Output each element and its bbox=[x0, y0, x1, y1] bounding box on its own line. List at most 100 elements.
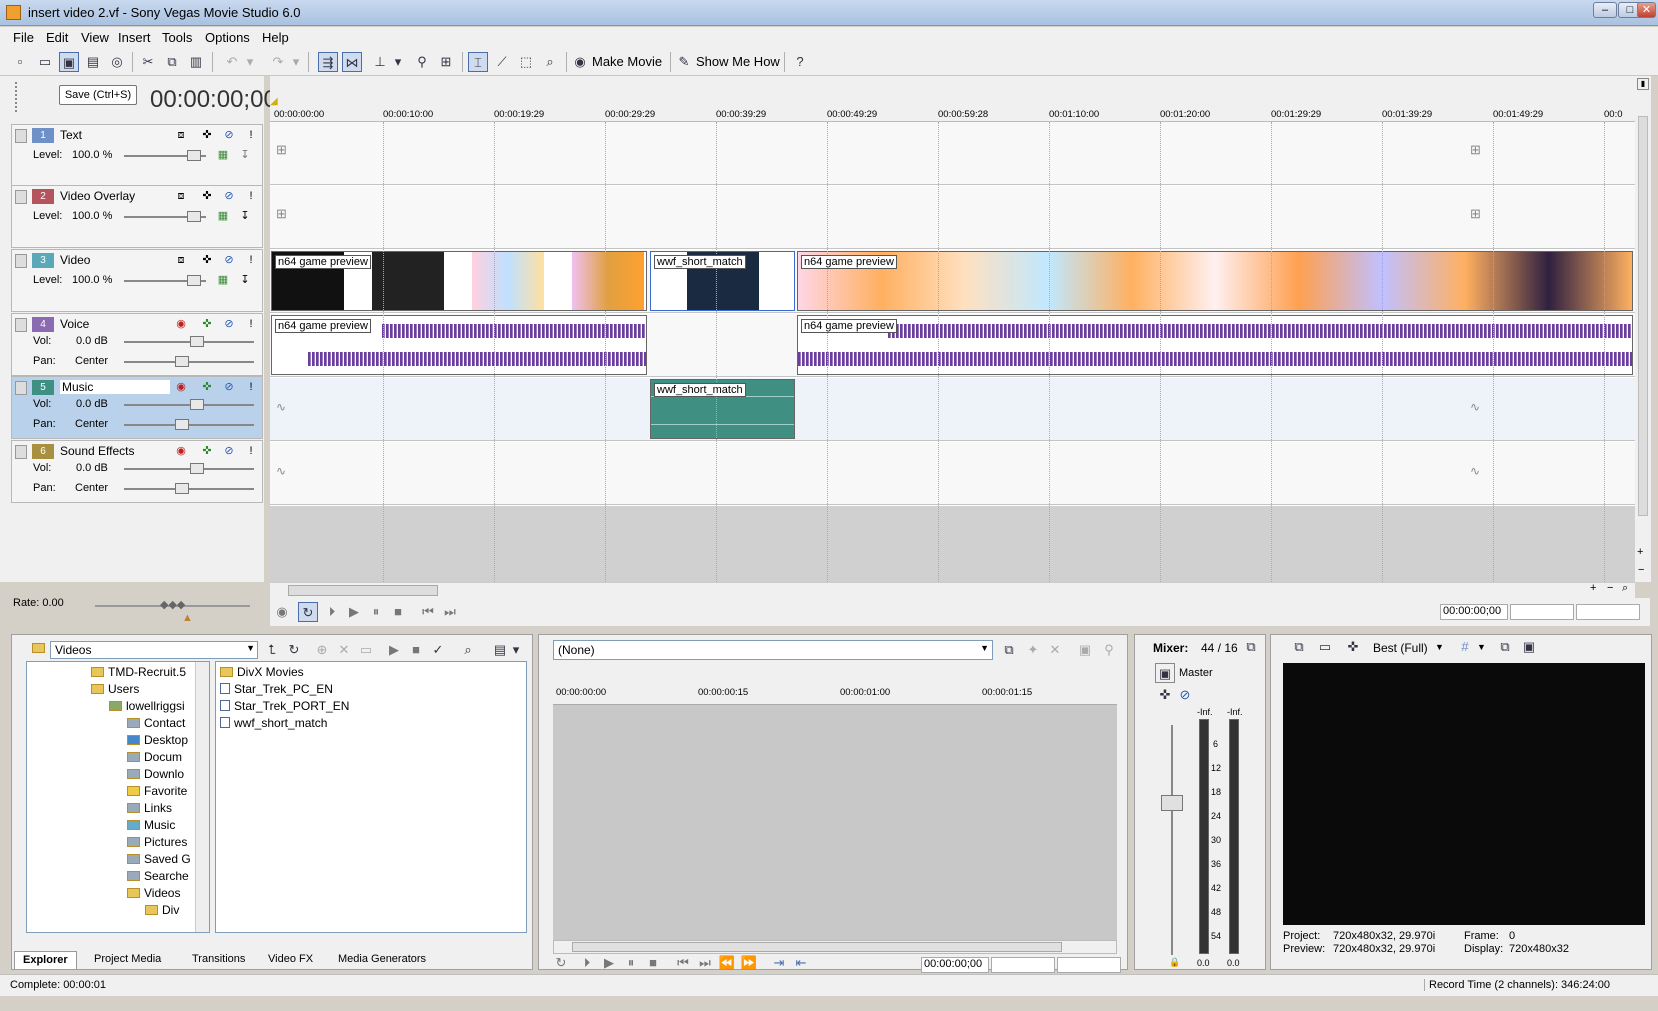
pane-grip[interactable] bbox=[15, 82, 18, 112]
master-mute-icon[interactable]: ⊘ bbox=[1175, 685, 1195, 705]
tab-transitions[interactable]: Transitions bbox=[184, 951, 253, 969]
preview-screen[interactable] bbox=[1283, 663, 1645, 925]
go-to-end-icon[interactable]: ⏭ bbox=[695, 953, 715, 973]
volume-slider-thumb[interactable] bbox=[190, 463, 204, 474]
zoom-tool-icon[interactable]: ⌕ bbox=[1622, 582, 1628, 595]
menu-help[interactable]: Help bbox=[262, 30, 289, 45]
tree-item[interactable]: Saved G bbox=[127, 852, 191, 866]
audio-event-n64-b[interactable]: n64 game preview bbox=[797, 315, 1633, 375]
track-name[interactable]: Music bbox=[60, 380, 170, 394]
volume-slider-thumb[interactable] bbox=[190, 336, 204, 347]
track-fx-icon[interactable]: ✜ bbox=[200, 253, 214, 267]
track-name[interactable]: Video bbox=[60, 253, 90, 267]
ignore-grouping-icon[interactable]: ⊞ bbox=[436, 52, 456, 72]
level-slider-thumb[interactable] bbox=[187, 275, 201, 286]
external-monitor-icon[interactable]: ▭ bbox=[1315, 637, 1335, 657]
menu-view[interactable]: View bbox=[81, 30, 109, 45]
lane-music[interactable]: ∿ ∿ wwf_short_match bbox=[270, 378, 1635, 441]
tree-item[interactable]: Contact bbox=[127, 716, 185, 730]
solo-icon[interactable]: ! bbox=[244, 380, 258, 394]
media-properties-icon[interactable]: ⧉ bbox=[999, 640, 1019, 660]
copy-icon[interactable]: ⧉ bbox=[162, 52, 182, 72]
paste-icon[interactable]: ▥ bbox=[186, 52, 206, 72]
tree-item[interactable]: lowellriggsi bbox=[109, 699, 185, 713]
envelope-tool-icon[interactable]: ⟋ bbox=[492, 52, 512, 72]
preview-stop-icon[interactable]: ■ bbox=[406, 640, 426, 660]
track-fx-icon[interactable]: ✜ bbox=[200, 444, 214, 458]
lock-envelopes-icon[interactable]: ⚲ bbox=[412, 52, 432, 72]
show-me-how-icon[interactable]: ✎ bbox=[674, 52, 694, 72]
save-as-icon[interactable]: ▤ bbox=[83, 52, 103, 72]
auto-preview-icon[interactable]: ✓ bbox=[428, 640, 448, 660]
volume-slider[interactable] bbox=[124, 404, 254, 406]
lane-video[interactable]: n64 game preview wwf_short_match n64 gam… bbox=[270, 250, 1635, 313]
track-minimize-icon[interactable] bbox=[15, 254, 27, 268]
video-event-n64-a[interactable]: n64 game preview bbox=[271, 251, 647, 311]
master-bus-icon[interactable]: ▣ bbox=[1155, 663, 1175, 683]
loop-playback-icon[interactable]: ↻ bbox=[298, 602, 318, 622]
zoom-in-icon[interactable]: + bbox=[1637, 546, 1643, 558]
trimmer-canvas[interactable] bbox=[553, 705, 1117, 940]
menu-options[interactable]: Options bbox=[205, 30, 250, 45]
tree-item[interactable]: Links bbox=[127, 801, 172, 815]
track-minimize-icon[interactable] bbox=[15, 129, 27, 143]
compositing-mode-icon[interactable]: ⧈ bbox=[174, 253, 188, 267]
folder-tree[interactable]: TMD-Recruit.5 Users lowellriggsi Contact… bbox=[26, 661, 210, 933]
tab-video-fx[interactable]: Video FX bbox=[260, 951, 321, 969]
track-minimize-icon[interactable] bbox=[15, 318, 27, 332]
tab-explorer[interactable]: Explorer bbox=[14, 951, 77, 969]
time-ruler[interactable]: 00:00:00:00 00:00:10:00 00:00:19:29 00:0… bbox=[270, 76, 1635, 122]
overlays-icon[interactable]: # bbox=[1455, 637, 1475, 657]
save-snapshot-icon[interactable]: ▣ bbox=[1519, 637, 1539, 657]
solo-icon[interactable]: ! bbox=[244, 317, 258, 331]
stop-icon[interactable]: ■ bbox=[388, 602, 408, 622]
tree-item[interactable]: Searche bbox=[127, 869, 189, 883]
track-header-video-overlay[interactable]: 2 Video Overlay ⧈ ✜ ⊘ ! Level: 100.0 % ▦… bbox=[11, 185, 263, 248]
arm-record-icon[interactable]: ◉ bbox=[174, 444, 188, 458]
tree-item[interactable]: Music bbox=[127, 818, 175, 832]
preview-fx-icon[interactable]: ✜ bbox=[1343, 637, 1363, 657]
normal-edit-tool-icon[interactable]: ⌶ bbox=[468, 52, 488, 72]
video-event-wwf[interactable]: wwf_short_match bbox=[650, 251, 795, 311]
chevron-down-icon[interactable]: ▼ bbox=[1435, 642, 1444, 652]
new-folder-icon[interactable]: ▭ bbox=[356, 640, 376, 660]
pan-slider-thumb[interactable] bbox=[175, 356, 189, 367]
preview-quality-select[interactable]: Best (Full) bbox=[1373, 641, 1428, 655]
loop-icon[interactable]: ↻ bbox=[551, 953, 571, 973]
menu-insert[interactable]: Insert bbox=[118, 30, 151, 45]
play-icon[interactable]: ▶ bbox=[344, 602, 364, 622]
lane-text[interactable]: ⊞ ⊞ bbox=[270, 122, 1635, 185]
go-to-start-icon[interactable]: ⏮ bbox=[673, 953, 693, 973]
copy-snapshot-icon[interactable]: ⧉ bbox=[1495, 637, 1515, 657]
tree-item[interactable]: TMD-Recruit.5 bbox=[91, 665, 186, 679]
timeline-empty-area[interactable] bbox=[270, 506, 1635, 582]
preview-properties-icon[interactable]: ⧉ bbox=[1289, 637, 1309, 657]
lock-icon[interactable]: 🔒 bbox=[1169, 957, 1180, 968]
save-icon[interactable]: ▣ bbox=[59, 52, 79, 72]
tree-scrollbar[interactable] bbox=[195, 662, 209, 932]
media-fx-icon[interactable]: ✦ bbox=[1023, 640, 1043, 660]
play-from-start-icon[interactable]: ⏵ bbox=[577, 953, 597, 973]
pin-icon[interactable]: ⚲ bbox=[1099, 640, 1119, 660]
file-item[interactable]: DivX Movies bbox=[220, 665, 304, 679]
audio-event-wwf[interactable]: wwf_short_match bbox=[650, 379, 795, 439]
selection-start-field[interactable] bbox=[1510, 604, 1574, 620]
video-event-n64-b[interactable]: n64 game preview bbox=[797, 251, 1633, 311]
scroll-thumb[interactable] bbox=[288, 585, 438, 596]
volume-slider[interactable] bbox=[124, 341, 254, 343]
cut-icon[interactable]: ✂ bbox=[138, 52, 158, 72]
fast-forward-icon[interactable]: ⏩ bbox=[739, 953, 759, 973]
views-dropdown-icon[interactable]: ▾ bbox=[510, 640, 522, 660]
record-icon[interactable]: ◉ bbox=[272, 602, 292, 622]
pan-slider-thumb[interactable] bbox=[175, 419, 189, 430]
tree-item[interactable]: Desktop bbox=[127, 733, 188, 747]
audio-event-n64-a[interactable]: n64 game preview bbox=[271, 315, 647, 375]
tree-item[interactable]: Users bbox=[91, 682, 139, 696]
selection-length-field[interactable] bbox=[1576, 604, 1640, 620]
master-fx-icon[interactable]: ✜ bbox=[1155, 685, 1175, 705]
make-movie-button[interactable]: Make Movie bbox=[592, 54, 662, 69]
mixer-properties-icon[interactable]: ⧉ bbox=[1241, 637, 1261, 657]
track-motion-icon[interactable]: ▦ bbox=[216, 148, 230, 162]
tab-media-generators[interactable]: Media Generators bbox=[330, 951, 434, 969]
tree-item[interactable]: Videos bbox=[127, 886, 180, 900]
